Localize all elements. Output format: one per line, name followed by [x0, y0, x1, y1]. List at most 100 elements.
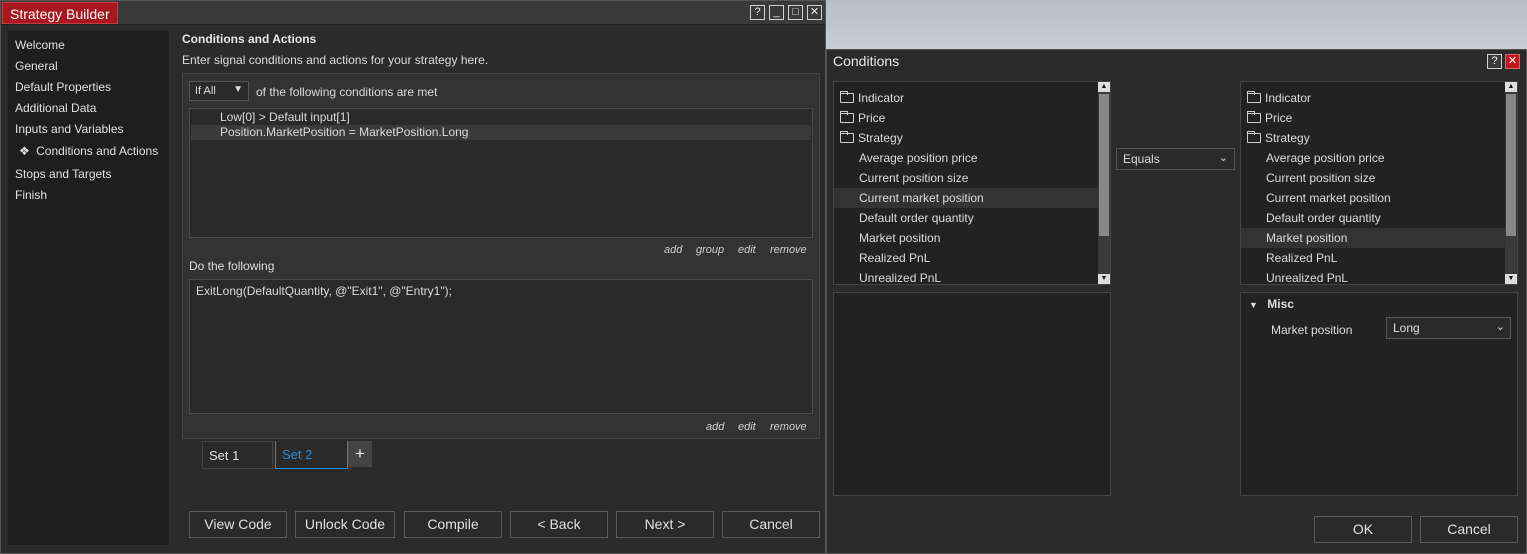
nav-item-label: Conditions and Actions — [36, 144, 159, 158]
market-position-select[interactable]: Long ⌄ — [1386, 317, 1511, 339]
tree-item-selected[interactable]: Market position — [1241, 228, 1517, 248]
tree-item[interactable]: Default order quantity — [1241, 208, 1517, 228]
window-title: Strategy Builder — [2, 2, 118, 24]
action-add-link[interactable]: add — [706, 421, 724, 433]
conditions-actions-panel: If All ▼ of the following conditions are… — [182, 73, 820, 439]
match-mode-select[interactable]: If All ▼ — [189, 81, 249, 101]
nav-item-additional-data[interactable]: Additional Data — [15, 101, 96, 115]
view-code-button[interactable]: View Code — [189, 511, 287, 538]
dialog-title: Conditions — [833, 53, 900, 69]
scroll-thumb[interactable] — [1099, 94, 1109, 236]
condition-remove-link[interactable]: remove — [770, 244, 807, 256]
conditions-list: Low[0] > Default input[1] Position.Marke… — [189, 108, 813, 238]
actions-label: Do the following — [189, 259, 275, 273]
tree-item-selected[interactable]: Current market position — [834, 188, 1110, 208]
tree-item[interactable]: Current market position — [1241, 188, 1517, 208]
scroll-thumb[interactable] — [1506, 94, 1516, 236]
close-button[interactable]: ✕ — [807, 5, 822, 20]
action-edit-link[interactable]: edit — [738, 421, 756, 433]
back-button[interactable]: < Back — [510, 511, 608, 538]
folder-open-icon — [1247, 131, 1261, 143]
tree-item[interactable]: Unrealized PnL — [1241, 268, 1517, 284]
strategy-builder-window: Strategy Builder ? _ □ ✕ Welcome General… — [0, 0, 826, 554]
condition-row[interactable]: Position.MarketPosition = MarketPosition… — [191, 125, 811, 140]
nav-item-conditions-and-actions[interactable]: ❖ Conditions and Actions — [19, 144, 158, 158]
property-label: Market position — [1271, 323, 1353, 337]
maximize-button[interactable]: □ — [788, 5, 803, 20]
tree-folder-indicator[interactable]: Indicator — [834, 88, 1110, 108]
operator-select[interactable]: Equals ⌄ — [1116, 148, 1235, 170]
folder-icon — [1247, 91, 1261, 103]
scroll-up-icon[interactable]: ▲ — [1098, 82, 1110, 92]
tree-folder-strategy[interactable]: Strategy — [1241, 128, 1517, 148]
folder-icon — [840, 91, 854, 103]
nav-item-inputs-and-variables[interactable]: Inputs and Variables — [15, 122, 124, 136]
folder-icon — [840, 111, 854, 123]
tree-folder-strategy[interactable]: Strategy — [834, 128, 1110, 148]
nav-item-general[interactable]: General — [15, 59, 58, 73]
tree-folder-price[interactable]: Price — [834, 108, 1110, 128]
condition-add-link[interactable]: add — [664, 244, 682, 256]
tree-item[interactable]: Unrealized PnL — [834, 268, 1110, 284]
left-properties-panel — [833, 292, 1111, 496]
property-group-misc[interactable]: ▼ Misc — [1249, 297, 1294, 311]
condition-edit-link[interactable]: edit — [738, 244, 756, 256]
conditions-dialog: Conditions ? ✕ Indicator Price Strategy … — [826, 49, 1527, 554]
page-title: Conditions and Actions — [182, 32, 317, 46]
tree-item[interactable]: Realized PnL — [1241, 248, 1517, 268]
action-row[interactable]: ExitLong(DefaultQuantity, @"Exit1", @"En… — [196, 284, 806, 298]
scroll-down-icon[interactable]: ▼ — [1505, 274, 1517, 284]
tree-item[interactable]: Current position size — [834, 168, 1110, 188]
tree-item[interactable]: Market position — [834, 228, 1110, 248]
tree-item[interactable]: Current position size — [1241, 168, 1517, 188]
cancel-button[interactable]: Cancel — [722, 511, 820, 538]
match-mode-label: of the following conditions are met — [256, 85, 438, 99]
tree-folder-price[interactable]: Price — [1241, 108, 1517, 128]
nav-item-stops-and-targets[interactable]: Stops and Targets — [15, 167, 112, 181]
minimize-button[interactable]: _ — [769, 5, 784, 20]
folder-icon — [1247, 111, 1261, 123]
nav-item-default-properties[interactable]: Default Properties — [15, 80, 111, 94]
wizard-nav: Welcome General Default Properties Addit… — [8, 31, 169, 545]
titlebar[interactable]: Strategy Builder ? _ □ ✕ — [1, 1, 825, 25]
nav-item-finish[interactable]: Finish — [15, 188, 47, 202]
match-mode-value: If All — [195, 85, 216, 97]
tree-item[interactable]: Default order quantity — [834, 208, 1110, 228]
tree-item[interactable]: Average position price — [1241, 148, 1517, 168]
help-button[interactable]: ? — [750, 5, 765, 20]
scrollbar[interactable]: ▲ ▼ — [1505, 82, 1517, 284]
scrollbar[interactable]: ▲ ▼ — [1098, 82, 1110, 284]
tree-folder-indicator[interactable]: Indicator — [1241, 88, 1517, 108]
unlock-code-button[interactable]: Unlock Code — [295, 511, 395, 538]
active-marker-icon: ❖ — [19, 144, 30, 158]
next-button[interactable]: Next > — [616, 511, 714, 538]
nav-item-welcome[interactable]: Welcome — [15, 38, 65, 52]
scroll-up-icon[interactable]: ▲ — [1505, 82, 1517, 92]
right-item-tree: Indicator Price Strategy Average positio… — [1240, 81, 1518, 285]
actions-list[interactable]: ExitLong(DefaultQuantity, @"Exit1", @"En… — [189, 279, 813, 414]
expand-triangle-icon: ▼ — [1249, 300, 1258, 310]
chevron-down-icon: ⌄ — [1218, 152, 1228, 164]
add-set-button[interactable]: + — [348, 441, 372, 467]
condition-group-link[interactable]: group — [696, 244, 724, 256]
operator-value: Equals — [1123, 152, 1160, 166]
tab-set-2[interactable]: Set 2 — [275, 441, 348, 469]
dialog-titlebar[interactable]: Conditions ? ✕ — [827, 50, 1526, 72]
scroll-down-icon[interactable]: ▼ — [1098, 274, 1110, 284]
chevron-down-icon: ▼ — [233, 84, 243, 95]
action-remove-link[interactable]: remove — [770, 421, 807, 433]
cancel-button[interactable]: Cancel — [1420, 516, 1518, 543]
page-description: Enter signal conditions and actions for … — [182, 53, 489, 67]
property-group-label: Misc — [1267, 297, 1294, 311]
compile-button[interactable]: Compile — [404, 511, 502, 538]
right-properties-panel: ▼ Misc Market position Long ⌄ — [1240, 292, 1518, 496]
tab-set-1[interactable]: Set 1 — [202, 441, 273, 469]
folder-open-icon — [840, 131, 854, 143]
ok-button[interactable]: OK — [1314, 516, 1412, 543]
tree-item[interactable]: Average position price — [834, 148, 1110, 168]
left-item-tree: Indicator Price Strategy Average positio… — [833, 81, 1111, 285]
condition-row[interactable]: Low[0] > Default input[1] — [191, 110, 811, 125]
close-button[interactable]: ✕ — [1505, 54, 1520, 69]
help-button[interactable]: ? — [1487, 54, 1502, 69]
tree-item[interactable]: Realized PnL — [834, 248, 1110, 268]
